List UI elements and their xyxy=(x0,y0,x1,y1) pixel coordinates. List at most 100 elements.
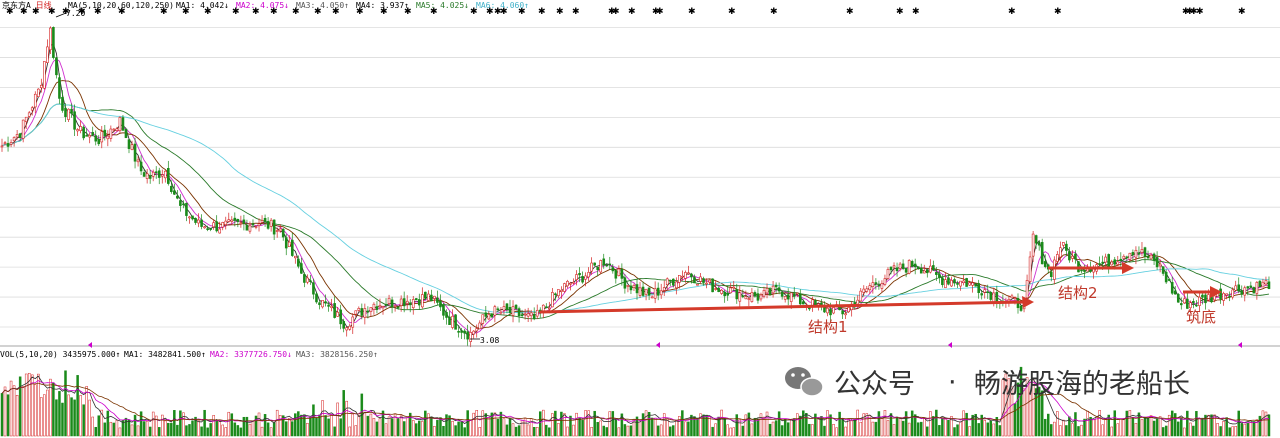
candle-body-240 xyxy=(726,292,730,296)
volume-bar-348 xyxy=(1053,421,1056,437)
volume-bar-23 xyxy=(70,397,73,437)
volume-bar-291 xyxy=(880,418,884,437)
candle-body-278 xyxy=(841,310,844,315)
candle-body-355 xyxy=(1074,253,1077,260)
candle-body-138 xyxy=(417,299,421,306)
candle-body-3 xyxy=(9,142,13,145)
candle-body-159 xyxy=(481,314,485,324)
volume-bar-416 xyxy=(1258,415,1262,437)
volume-bar-301 xyxy=(910,410,914,437)
volume-bar-206 xyxy=(623,424,627,437)
volume-bar-70 xyxy=(212,415,215,437)
volume-bar-59 xyxy=(179,410,182,437)
volume-bar-364 xyxy=(1101,424,1104,437)
candle-body-212 xyxy=(641,286,645,296)
candle-body-201 xyxy=(608,263,612,266)
candle-body-155 xyxy=(469,332,472,342)
candle-body-50 xyxy=(151,171,155,177)
candle-body-415 xyxy=(1255,282,1259,294)
volume-bar-387 xyxy=(1170,410,1174,437)
volume-bar-61 xyxy=(185,425,188,437)
candle-body-41 xyxy=(124,128,128,138)
volume-bar-380 xyxy=(1149,415,1153,437)
volume-bar-396 xyxy=(1198,418,1201,437)
event-marker-46: ✱ xyxy=(1238,7,1246,17)
volume-bar-179 xyxy=(542,409,545,437)
volume-bar-52 xyxy=(157,427,161,437)
candle-body-280 xyxy=(847,307,850,313)
candle-body-401 xyxy=(1213,295,1216,301)
candle-body-367 xyxy=(1110,261,1114,266)
volume-bar-76 xyxy=(230,413,234,437)
volume-bar-19 xyxy=(58,391,61,437)
candle-body-369 xyxy=(1116,261,1120,265)
candle-body-73 xyxy=(221,222,225,228)
volume-bar-144 xyxy=(436,419,439,437)
candle-body-213 xyxy=(644,288,648,295)
candle-body-265 xyxy=(802,301,805,305)
candle-body-269 xyxy=(814,300,817,306)
volume-bar-96 xyxy=(291,421,294,437)
volume-bar-230 xyxy=(696,417,699,437)
volume-bar-242 xyxy=(732,427,736,437)
volume-bar-389 xyxy=(1177,421,1180,437)
volume-bar-69 xyxy=(209,423,212,437)
candle-body-83 xyxy=(251,223,255,226)
volume-bar-187 xyxy=(566,426,569,437)
volume-bar-97 xyxy=(294,413,297,437)
volume-bar-408 xyxy=(1234,426,1237,437)
volume-bar-356 xyxy=(1077,426,1080,437)
volume-bar-393 xyxy=(1189,422,1192,437)
candle-body-102 xyxy=(309,280,312,283)
candle-body-123 xyxy=(372,303,376,310)
volume-bar-163 xyxy=(493,412,497,437)
volume-bar-201 xyxy=(608,411,612,437)
candle-body-14 xyxy=(43,61,46,89)
candle-body-104 xyxy=(315,293,318,303)
candle-body-288 xyxy=(871,282,875,287)
volume-bar-248 xyxy=(750,423,754,437)
volume-bar-260 xyxy=(786,422,790,437)
volume-bar-28 xyxy=(85,386,88,437)
candle-body-417 xyxy=(1261,281,1265,288)
volume-bar-42 xyxy=(127,419,131,437)
volume-bar-71 xyxy=(215,420,218,437)
candle-body-381 xyxy=(1152,253,1156,261)
candle-body-243 xyxy=(735,289,739,300)
candle-body-23 xyxy=(70,108,73,114)
candle-body-357 xyxy=(1080,269,1083,272)
candle-body-390 xyxy=(1179,303,1183,306)
volume-bar-171 xyxy=(517,425,521,437)
candle-body-153 xyxy=(463,330,466,334)
volume-bar-307 xyxy=(929,411,932,437)
volume-bar-186 xyxy=(563,413,566,437)
candle-body-119 xyxy=(360,308,364,316)
volume-bar-185 xyxy=(560,411,563,437)
candle-body-80 xyxy=(242,219,246,224)
candle-body-351 xyxy=(1062,242,1065,246)
candle-body-187 xyxy=(566,281,569,287)
candle-body-324 xyxy=(980,293,984,296)
volume-bar-238 xyxy=(720,409,723,437)
volume-bar-95 xyxy=(288,418,291,437)
volume-bar-139 xyxy=(421,421,424,437)
candle-body-340 xyxy=(1028,256,1032,282)
volume-bar-390 xyxy=(1180,417,1183,437)
volume-bar-86 xyxy=(260,426,264,437)
volume-bar-5 xyxy=(15,394,19,437)
volume-bar-323 xyxy=(977,423,980,437)
candle-body-365 xyxy=(1104,256,1107,263)
candle-body-342 xyxy=(1034,235,1038,244)
candle-body-143 xyxy=(433,295,436,299)
volume-bar-235 xyxy=(711,426,714,437)
volume-bar-394 xyxy=(1192,425,1195,437)
candle-body-75 xyxy=(227,219,231,222)
volume-bar-79 xyxy=(239,427,243,437)
candle-body-126 xyxy=(381,306,385,309)
candle-body-34 xyxy=(103,129,107,137)
candle-body-134 xyxy=(405,300,409,304)
candle-body-218 xyxy=(659,290,663,296)
volume-bar-326 xyxy=(986,422,990,437)
volume-bar-180 xyxy=(545,424,548,437)
volume-bar-349 xyxy=(1056,411,1059,437)
